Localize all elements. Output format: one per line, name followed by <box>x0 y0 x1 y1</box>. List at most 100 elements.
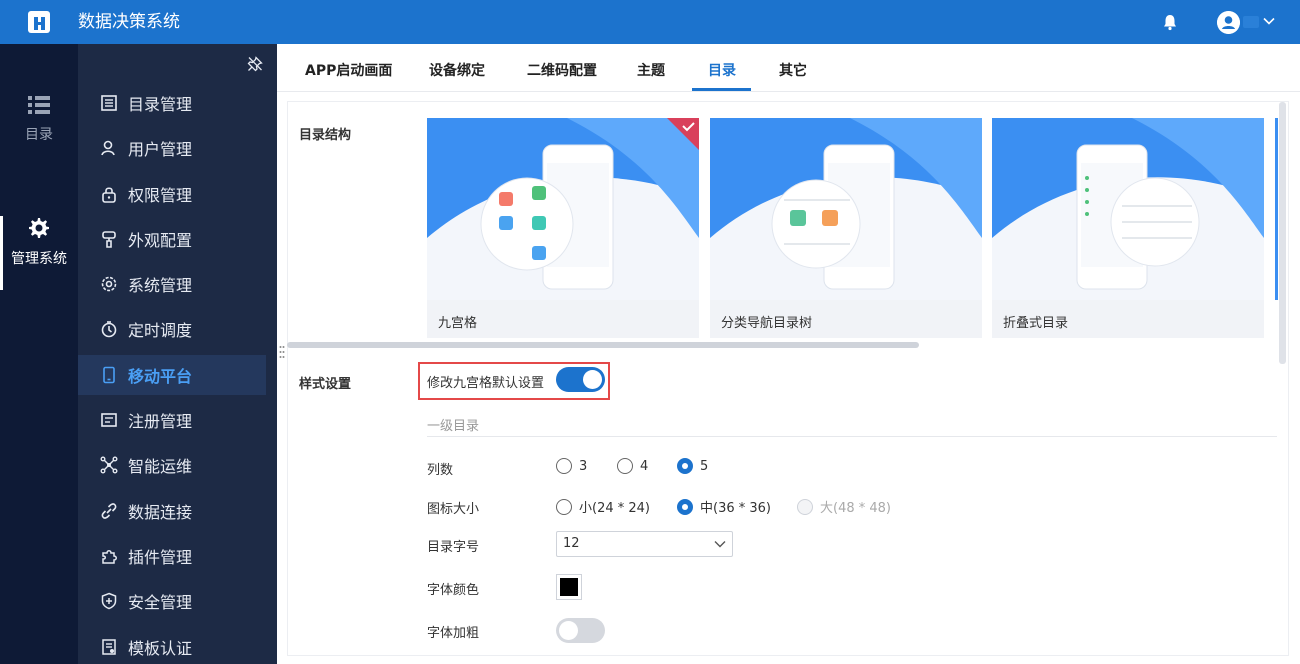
gear-icon <box>29 218 49 238</box>
chevron-down-icon <box>714 541 726 548</box>
menu-item-security[interactable]: 安全管理 <box>78 581 266 621</box>
menu-item-label: 外观配置 <box>128 231 193 250</box>
menu-item-label: 定时调度 <box>128 321 193 340</box>
font-color-swatch[interactable] <box>556 574 582 600</box>
radio-dot <box>556 498 572 515</box>
tab-other[interactable]: 其它 <box>779 60 807 80</box>
font-bold-toggle[interactable] <box>556 618 605 643</box>
catalog-icon <box>101 95 117 111</box>
vertical-scrollbar[interactable] <box>1279 102 1286 364</box>
logo-icon[interactable] <box>28 11 50 33</box>
menu-item-mobile-platform[interactable]: 移动平台 <box>78 355 266 395</box>
user-icon <box>101 140 115 156</box>
stopwatch-icon <box>101 321 117 338</box>
divider <box>427 436 1277 437</box>
grid-layout-preview-image <box>427 118 699 300</box>
font-bold-label: 字体加粗 <box>427 626 480 641</box>
menu-item-template-cert[interactable]: 模板认证 <box>78 627 266 664</box>
tab-device-binding[interactable]: 设备绑定 <box>429 60 485 80</box>
columns-option-3[interactable]: 3 <box>556 458 587 474</box>
menu-item-label: 数据连接 <box>128 503 193 522</box>
tab-bar: APP启动画面 设备绑定 二维码配置 主题 目录 其它 <box>277 44 1300 92</box>
horizontal-scrollbar[interactable] <box>287 342 919 348</box>
lock-icon <box>102 187 116 203</box>
radio-label: 3 <box>579 458 588 474</box>
drag-handle-icon[interactable] <box>279 345 285 359</box>
puzzle-icon <box>102 550 117 564</box>
modify-grid-default-toggle[interactable] <box>556 367 605 392</box>
menu-item-data-connection[interactable]: 数据连接 <box>78 491 266 531</box>
menu-item-catalog[interactable]: 目录管理 <box>78 83 266 123</box>
user-name[interactable] <box>1243 16 1259 28</box>
columns-option-5[interactable]: 5 <box>677 458 708 474</box>
menu-item-system[interactable]: 系统管理 <box>78 264 266 304</box>
rail-item-label: 目录 <box>25 127 53 143</box>
main-content: APP启动画面 设备绑定 二维码配置 主题 目录 其它 目录结构 九宫格 分类导… <box>277 44 1300 664</box>
rail-item-catalog[interactable]: 目录 <box>0 94 78 168</box>
tab-qrcode[interactable]: 二维码配置 <box>527 60 597 80</box>
menu-item-label: 智能运维 <box>128 457 193 476</box>
top-header: 数据决策系统 <box>0 0 1300 44</box>
menu-item-label: 安全管理 <box>128 593 193 612</box>
icon-size-label: 图标大小 <box>427 502 480 517</box>
tab-theme[interactable]: 主题 <box>637 60 665 80</box>
menu-item-users[interactable]: 用户管理 <box>78 128 266 168</box>
font-size-select[interactable]: 12 <box>556 531 733 557</box>
bell-icon[interactable] <box>1161 13 1179 31</box>
menu-item-scheduling[interactable]: 定时调度 <box>78 309 266 349</box>
selected-checkmark-icon <box>667 118 699 150</box>
tab-catalog[interactable]: 目录 <box>708 60 736 80</box>
radio-dot <box>617 458 633 474</box>
menu-item-smart-ops[interactable]: 智能运维 <box>78 445 266 485</box>
columns-option-4[interactable]: 4 <box>617 458 648 474</box>
toggle-knob <box>559 621 578 640</box>
icon-size-large[interactable]: 大(48 * 48) <box>797 497 891 516</box>
rail-item-label: 管理系统 <box>11 251 67 267</box>
color-fill <box>560 578 578 596</box>
modify-grid-default-label: 修改九宫格默认设置 <box>427 376 545 391</box>
menu-item-label: 模板认证 <box>128 639 193 658</box>
radio-label: 大(48 * 48) <box>820 501 891 516</box>
style-settings-label: 样式设置 <box>299 377 352 392</box>
select-value: 12 <box>563 536 580 551</box>
network-icon <box>100 456 118 474</box>
menu-item-label: 系统管理 <box>128 276 193 295</box>
menu-item-label: 移动平台 <box>128 367 193 386</box>
menu-item-registration[interactable]: 注册管理 <box>78 400 266 440</box>
font-color-label: 字体颜色 <box>427 583 480 598</box>
menu-item-appearance[interactable]: 外观配置 <box>78 219 266 259</box>
menu-item-label: 注册管理 <box>128 412 193 431</box>
radio-dot <box>797 498 813 515</box>
pin-icon[interactable] <box>247 56 263 72</box>
layout-card-grid[interactable]: 九宫格 <box>427 118 699 338</box>
app-title: 数据决策系统 <box>78 12 180 32</box>
register-icon <box>101 413 117 427</box>
menu-item-permissions[interactable]: 权限管理 <box>78 174 266 214</box>
chevron-down-icon[interactable] <box>1262 14 1276 28</box>
layout-card-category-tree[interactable]: 分类导航目录树 <box>710 118 982 338</box>
shield-icon <box>101 592 117 610</box>
avatar[interactable] <box>1217 11 1240 34</box>
layout-card-collapsible[interactable]: 折叠式目录 <box>992 118 1264 338</box>
radio-dot <box>677 458 693 474</box>
catalog-structure-label: 目录结构 <box>299 128 352 143</box>
menu-item-label: 用户管理 <box>128 140 193 159</box>
level-one-heading: 一级目录 <box>427 419 480 434</box>
category-tree-preview-image <box>710 118 982 300</box>
radio-dot <box>677 498 693 515</box>
icon-size-small[interactable]: 小(24 * 24) <box>556 497 650 516</box>
menu-item-plugins[interactable]: 插件管理 <box>78 536 266 576</box>
font-size-label: 目录字号 <box>427 540 480 555</box>
icon-size-medium[interactable]: 中(36 * 36) <box>677 497 771 516</box>
left-rail: 目录 管理系统 <box>0 44 78 664</box>
menu-item-label: 目录管理 <box>128 95 193 114</box>
tab-app-launch[interactable]: APP启动画面 <box>305 60 392 80</box>
rail-item-management[interactable]: 管理系统 <box>0 216 78 290</box>
certificate-icon <box>102 639 116 655</box>
side-menu: 目录管理 用户管理 权限管理 外观配置 系统管理 定时调度 移动平台 注册管理 … <box>78 44 277 664</box>
radio-label: 4 <box>640 458 649 474</box>
avatar-icon <box>1217 11 1240 34</box>
toggle-knob <box>583 370 602 389</box>
list-icon <box>28 96 50 114</box>
mobile-icon <box>103 366 115 384</box>
